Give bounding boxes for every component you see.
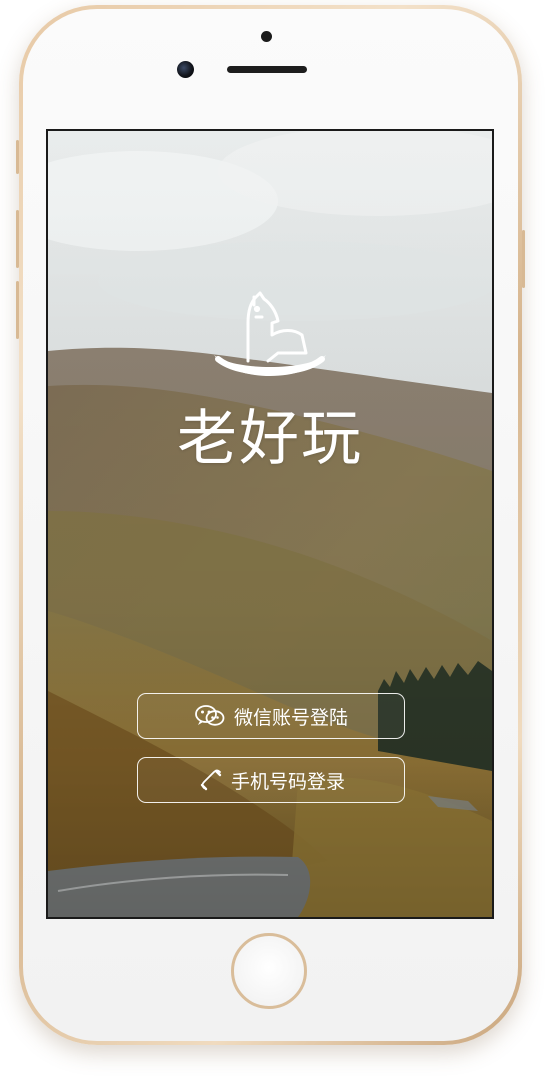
phone-icon bbox=[197, 768, 223, 792]
volume-button-down bbox=[16, 210, 19, 268]
app-screen: 老好玩 微信账号登陆 手机号码登录 bbox=[46, 129, 494, 919]
power-button bbox=[522, 230, 525, 288]
wechat-icon bbox=[194, 704, 226, 728]
volume-button-up bbox=[16, 140, 19, 174]
brand-block: 老好玩 bbox=[48, 289, 492, 469]
phone-login-button[interactable]: 手机号码登录 bbox=[137, 757, 405, 803]
mute-switch bbox=[16, 281, 19, 339]
phone-login-label: 手机号码登录 bbox=[230, 770, 345, 793]
app-title: 老好玩 bbox=[177, 404, 363, 474]
earpiece-speaker bbox=[227, 66, 307, 73]
front-camera-icon bbox=[177, 61, 194, 78]
wechat-login-label: 微信账号登陆 bbox=[233, 706, 348, 729]
home-button[interactable] bbox=[231, 933, 307, 1009]
rocking-horse-icon bbox=[214, 291, 326, 376]
wechat-login-button[interactable]: 微信账号登陆 bbox=[137, 693, 405, 739]
proximity-sensor bbox=[261, 31, 272, 42]
